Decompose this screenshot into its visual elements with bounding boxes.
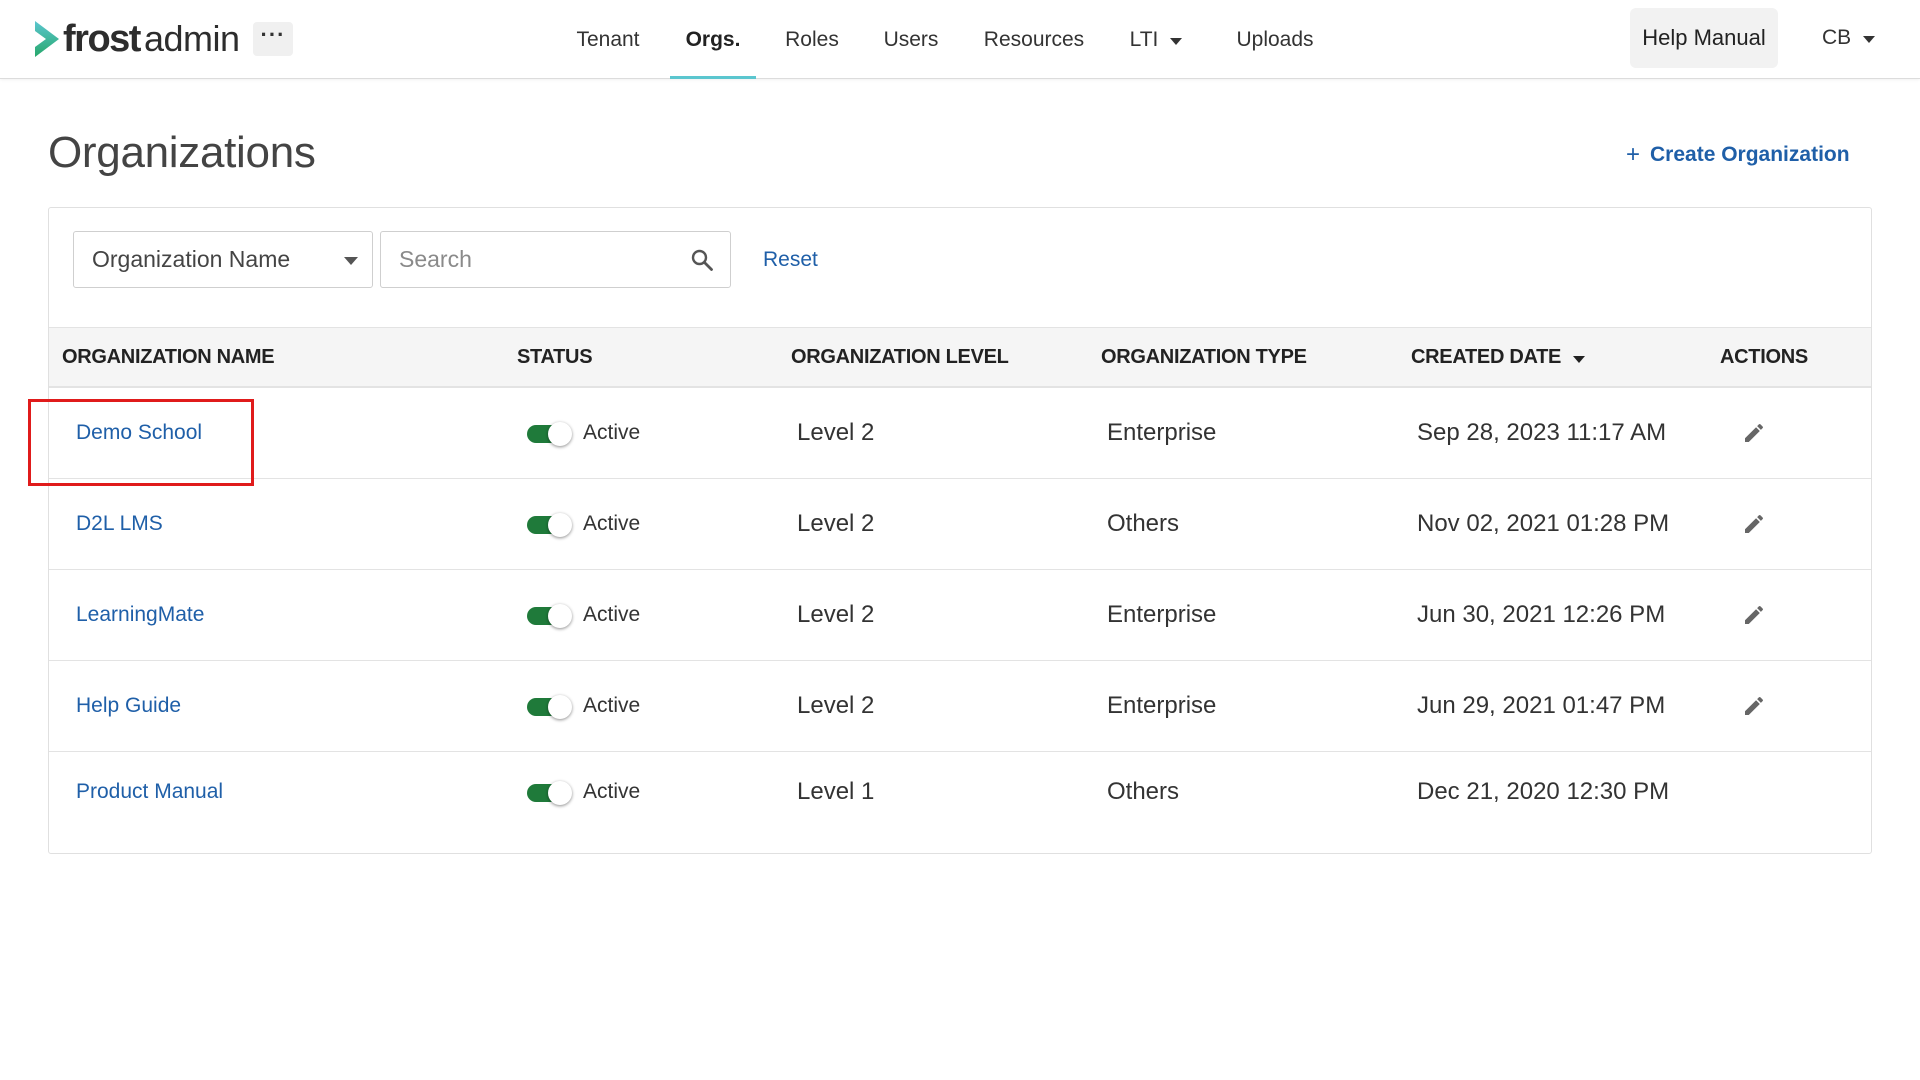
logo-text-admin: admin <box>143 18 240 59</box>
organization-type: Others <box>1107 510 1180 537</box>
pencil-edit-icon[interactable] <box>1742 694 1766 718</box>
column-header-created-date-label: CREATED DATE <box>1411 346 1562 368</box>
organization-type: Others <box>1107 778 1180 805</box>
chevron-down-icon <box>1863 36 1876 43</box>
organization-level: Level 2 <box>797 692 875 719</box>
status-text: Active <box>583 512 641 535</box>
organization-type: Enterprise <box>1107 419 1217 446</box>
organization-name-link[interactable]: D2L LMS <box>76 512 163 536</box>
status-toggle[interactable] <box>527 513 572 537</box>
reset-button[interactable]: Reset <box>763 248 818 272</box>
user-initials: CB <box>1822 26 1852 49</box>
frost-admin-logo[interactable]: frost admin <box>33 18 240 60</box>
status-toggle[interactable] <box>527 695 572 719</box>
pencil-edit-icon[interactable] <box>1742 603 1766 627</box>
table-row: D2L LMS Active Level 2 Others Nov 02, 20… <box>49 479 1871 570</box>
status-text: Active <box>583 603 641 626</box>
search-icon[interactable] <box>690 248 714 272</box>
search-field-select-value: Organization Name <box>92 246 291 272</box>
page-title: Organizations <box>48 128 316 177</box>
table-row: Help Guide Active Level 2 Enterprise Jun… <box>49 661 1871 752</box>
organization-level: Level 2 <box>797 601 875 628</box>
search-box <box>380 231 731 288</box>
organization-level: Level 2 <box>797 510 875 537</box>
organization-name-link[interactable]: LearningMate <box>76 603 204 627</box>
user-menu[interactable]: CB <box>1822 26 1876 50</box>
help-manual-button[interactable]: Help Manual <box>1630 8 1778 68</box>
plus-icon: + <box>1626 141 1641 168</box>
chevron-down-icon <box>1170 37 1183 45</box>
nav-tab-orgs[interactable]: Orgs. <box>670 0 756 79</box>
created-date: Sep 28, 2023 11:17 AM <box>1417 419 1667 446</box>
organization-type: Enterprise <box>1107 692 1217 719</box>
column-header-created-date[interactable]: CREATED DATE <box>1411 328 1586 387</box>
status-toggle[interactable] <box>527 781 572 805</box>
table-row: Demo School Active Level 2 Enterprise Se… <box>49 388 1871 479</box>
organization-level: Level 1 <box>797 778 875 805</box>
status-text: Active <box>583 780 641 803</box>
search-field-select[interactable]: Organization Name <box>73 231 373 288</box>
nav-tab-lti-label: LTI <box>1129 27 1159 51</box>
organization-type: Enterprise <box>1107 601 1217 628</box>
table-row: LearningMate Active Level 2 Enterprise J… <box>49 570 1871 661</box>
nav-tab-roles[interactable]: Roles <box>780 0 844 79</box>
nav-tab-users[interactable]: Users <box>880 0 942 79</box>
status-toggle[interactable] <box>527 604 572 628</box>
status-text: Active <box>583 421 641 444</box>
dropdown-arrow-icon <box>344 257 358 265</box>
column-header-actions: ACTIONS <box>1720 346 1808 368</box>
pencil-edit-icon[interactable] <box>1742 512 1766 536</box>
status-toggle[interactable] <box>527 422 572 446</box>
highlight-box <box>28 399 254 486</box>
created-date: Dec 21, 2020 12:30 PM <box>1417 778 1670 805</box>
logo-chevron-icon <box>35 21 59 57</box>
column-header-organization-type[interactable]: ORGANIZATION TYPE <box>1101 328 1307 387</box>
column-header-status[interactable]: STATUS <box>517 328 593 387</box>
status-text: Active <box>583 694 641 717</box>
table-header: ORGANIZATION NAME STATUS ORGANIZATION LE… <box>49 327 1871 388</box>
logo-text-frost: frost <box>63 18 141 60</box>
pencil-edit-icon[interactable] <box>1742 421 1766 445</box>
search-input[interactable] <box>381 234 671 285</box>
more-apps-button[interactable]: ··· <box>253 22 293 56</box>
create-organization-button[interactable]: + Create Organization <box>1626 143 1850 167</box>
created-date: Jun 29, 2021 01:47 PM <box>1417 692 1666 719</box>
organization-name-link[interactable]: Product Manual <box>76 780 223 804</box>
created-date: Nov 02, 2021 01:28 PM <box>1417 510 1670 537</box>
column-header-organization-name[interactable]: ORGANIZATION NAME <box>62 328 275 387</box>
nav-tab-lti[interactable]: LTI <box>1124 0 1188 79</box>
organization-name-link[interactable]: Help Guide <box>76 694 181 718</box>
nav-tab-tenant[interactable]: Tenant <box>573 0 643 79</box>
organization-level: Level 2 <box>797 419 875 446</box>
nav-tab-uploads[interactable]: Uploads <box>1232 0 1318 79</box>
organizations-panel: Organization Name Reset ORGANIZATION NAM… <box>48 207 1872 854</box>
table-row: Product Manual Active Level 1 Others Dec… <box>49 752 1871 842</box>
sort-descending-icon <box>1573 355 1586 363</box>
created-date: Jun 30, 2021 12:26 PM <box>1417 601 1666 628</box>
create-organization-label: Create Organization <box>1650 143 1850 166</box>
nav-tab-resources[interactable]: Resources <box>982 0 1086 79</box>
top-navigation-bar: frost admin ··· Tenant Orgs. Roles Users… <box>0 0 1920 79</box>
column-header-organization-level[interactable]: ORGANIZATION LEVEL <box>791 328 1009 387</box>
